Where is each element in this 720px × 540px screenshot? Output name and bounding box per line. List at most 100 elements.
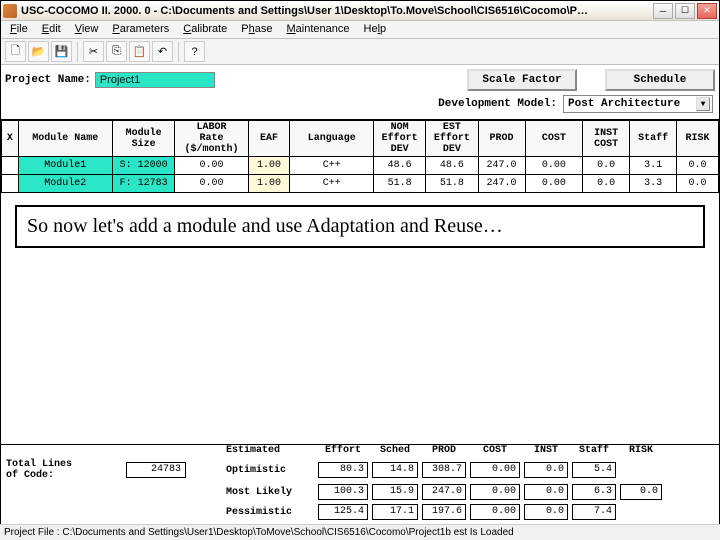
module-name-cell[interactable]: Module2 [18, 175, 112, 193]
risk-cell: 0.0 [677, 175, 719, 193]
labor-cell[interactable]: 0.00 [175, 175, 248, 193]
menu-edit[interactable]: Edit [35, 21, 68, 38]
paste-button-icon[interactable]: 📋 [129, 41, 150, 62]
nom-cell: 48.6 [374, 157, 426, 175]
cut-icon[interactable]: ✂ [83, 41, 104, 62]
eaf-cell[interactable]: 1.00 [248, 157, 290, 175]
summary-row: Total Lines of Code:24783 Optimistic80.31… [0, 458, 720, 482]
module-size-cell[interactable]: F: 12783 [112, 175, 175, 193]
module-size-cell[interactable]: S: 12000 [112, 157, 175, 175]
separator [77, 42, 78, 62]
sum-sched: 15.9 [372, 484, 418, 500]
cost-cell: 0.00 [525, 157, 582, 175]
dev-model-select[interactable]: Post Architecture ▼ [563, 95, 713, 113]
sum-inst: 0.0 [524, 504, 568, 520]
sum-sched: 14.8 [372, 462, 418, 478]
col-module-name: Module Name [18, 121, 112, 157]
sum-prod: 197.6 [422, 504, 466, 520]
sum-staff: 6.3 [572, 484, 616, 500]
staff-cell: 3.1 [630, 157, 677, 175]
summary-section: Estimated Effort Sched PROD COST INST St… [0, 444, 720, 522]
toolbar: 🗋 📂 💾 ✂ ⎘ 📋 ↶ ? [1, 39, 719, 65]
sum-label: Pessimistic [226, 507, 316, 518]
table-row[interactable]: Module1S: 120000.001.00C++48.648.6247.00… [2, 157, 719, 175]
menu-phase[interactable]: Phase [234, 21, 279, 38]
lang-cell[interactable]: C++ [290, 175, 374, 193]
app-icon [3, 4, 17, 18]
callout-annotation: So now let's add a module and use Adapta… [15, 205, 705, 248]
sum-col-estimated: Estimated [226, 445, 316, 456]
col-language: Language [290, 121, 374, 157]
separator [178, 42, 179, 62]
sum-risk: 0.0 [620, 484, 662, 500]
sum-effort: 80.3 [318, 462, 368, 478]
menu-view[interactable]: View [68, 21, 106, 38]
sum-label: Optimistic [226, 465, 316, 476]
sum-prod: 308.7 [422, 462, 466, 478]
menubar: File Edit View Parameters Calibrate Phas… [1, 21, 719, 39]
minimize-button[interactable]: ─ [653, 3, 673, 19]
col-staff: Staff [630, 121, 677, 157]
total-lines-label: Total Lines of Code: [6, 459, 126, 481]
summary-row: Pessimistic125.417.1197.60.000.07.4 [0, 502, 720, 522]
save-icon[interactable]: 💾 [51, 41, 72, 62]
lang-cell[interactable]: C++ [290, 157, 374, 175]
menu-calibrate[interactable]: Calibrate [176, 21, 234, 38]
col-prod: PROD [478, 121, 525, 157]
sum-col-cost: COST [468, 445, 522, 456]
total-lines-value: 24783 [126, 462, 186, 478]
labor-cell[interactable]: 0.00 [175, 157, 248, 175]
window-title: USC-COCOMO II. 2000. 0 - C:\Documents an… [21, 5, 653, 17]
sum-sched: 17.1 [372, 504, 418, 520]
sum-cost: 0.00 [470, 484, 520, 500]
schedule-button[interactable]: Schedule [605, 69, 715, 91]
col-est: EST Effort DEV [426, 121, 478, 157]
dev-model-label: Development Model: [438, 98, 557, 110]
col-x: X [2, 121, 19, 157]
scale-factor-button[interactable]: Scale Factor [467, 69, 577, 91]
menu-help[interactable]: Help [357, 21, 394, 38]
table-row[interactable]: Module2F: 127830.001.00C++51.851.8247.00… [2, 175, 719, 193]
prod-cell: 247.0 [478, 157, 525, 175]
help-icon[interactable]: ? [184, 41, 205, 62]
project-name-input[interactable] [95, 72, 215, 88]
titlebar: USC-COCOMO II. 2000. 0 - C:\Documents an… [1, 1, 719, 21]
sum-effort: 100.3 [318, 484, 368, 500]
module-table: X Module Name Module Size LABOR Rate ($/… [1, 120, 719, 193]
sum-prod: 247.0 [422, 484, 466, 500]
sum-cost: 0.00 [470, 462, 520, 478]
col-risk: RISK [677, 121, 719, 157]
sum-col-staff: Staff [570, 445, 618, 456]
prod-cell: 247.0 [478, 175, 525, 193]
col-nom: NOM Effort DEV [374, 121, 426, 157]
risk-cell: 0.0 [677, 157, 719, 175]
new-icon[interactable]: 🗋 [5, 41, 26, 62]
copy-icon[interactable]: ⎘ [106, 41, 127, 62]
close-button[interactable]: ✕ [697, 3, 717, 19]
menu-parameters[interactable]: Parameters [105, 21, 176, 38]
summary-row: Most Likely100.315.9247.00.000.06.30.0 [0, 482, 720, 502]
status-text: Project File : C:\Documents and Settings… [4, 527, 514, 538]
menu-file[interactable]: File [3, 21, 35, 38]
undo-icon[interactable]: ↶ [152, 41, 173, 62]
menu-maintenance[interactable]: Maintenance [280, 21, 357, 38]
module-name-cell[interactable]: Module1 [18, 157, 112, 175]
sum-inst: 0.0 [524, 484, 568, 500]
est-cell: 48.6 [426, 157, 478, 175]
sum-staff: 7.4 [572, 504, 616, 520]
sum-col-risk: RISK [618, 445, 664, 456]
col-cost: COST [525, 121, 582, 157]
main-area: Project Name: Scale Factor Schedule Deve… [1, 65, 719, 248]
sum-label: Most Likely [226, 487, 316, 498]
col-labor: LABOR Rate ($/month) [175, 121, 248, 157]
open-icon[interactable]: 📂 [28, 41, 49, 62]
sum-inst: 0.0 [524, 462, 568, 478]
nom-cell: 51.8 [374, 175, 426, 193]
sum-col-sched: Sched [370, 445, 420, 456]
maximize-button[interactable]: ☐ [675, 3, 695, 19]
col-module-size: Module Size [112, 121, 175, 157]
inst-cell: 0.0 [583, 175, 630, 193]
eaf-cell[interactable]: 1.00 [248, 175, 290, 193]
inst-cell: 0.0 [583, 157, 630, 175]
chevron-down-icon: ▼ [696, 97, 710, 111]
